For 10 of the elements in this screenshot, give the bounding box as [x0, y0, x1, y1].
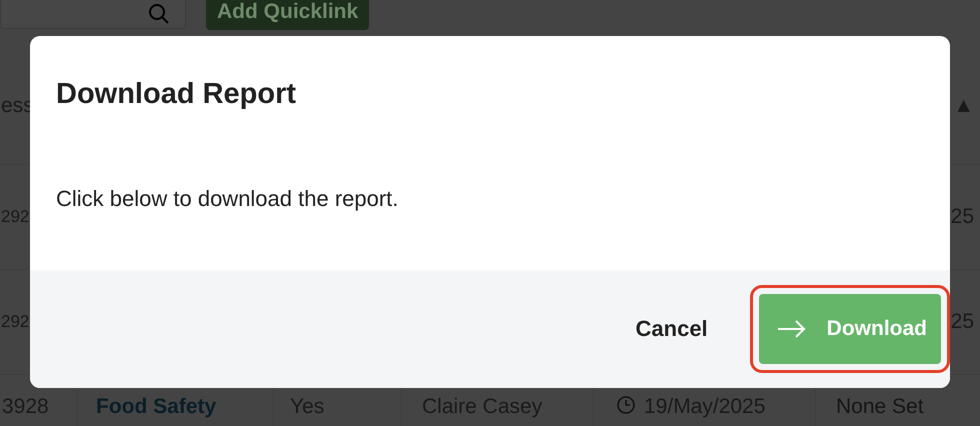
cancel-button[interactable]: Cancel	[628, 310, 716, 348]
add-quicklink-button[interactable]: Add Quicklink	[206, 0, 370, 30]
arrow-right-icon	[776, 319, 807, 339]
dialog-message: Click below to download the report.	[55, 185, 400, 213]
search-icon	[147, 2, 171, 26]
download-button[interactable]: Download	[758, 294, 941, 364]
search-field[interactable]	[0, 0, 186, 29]
clock-icon	[616, 395, 636, 415]
dialog-title: Download Report	[55, 77, 298, 112]
sort-icon[interactable]: ▲	[953, 94, 974, 118]
